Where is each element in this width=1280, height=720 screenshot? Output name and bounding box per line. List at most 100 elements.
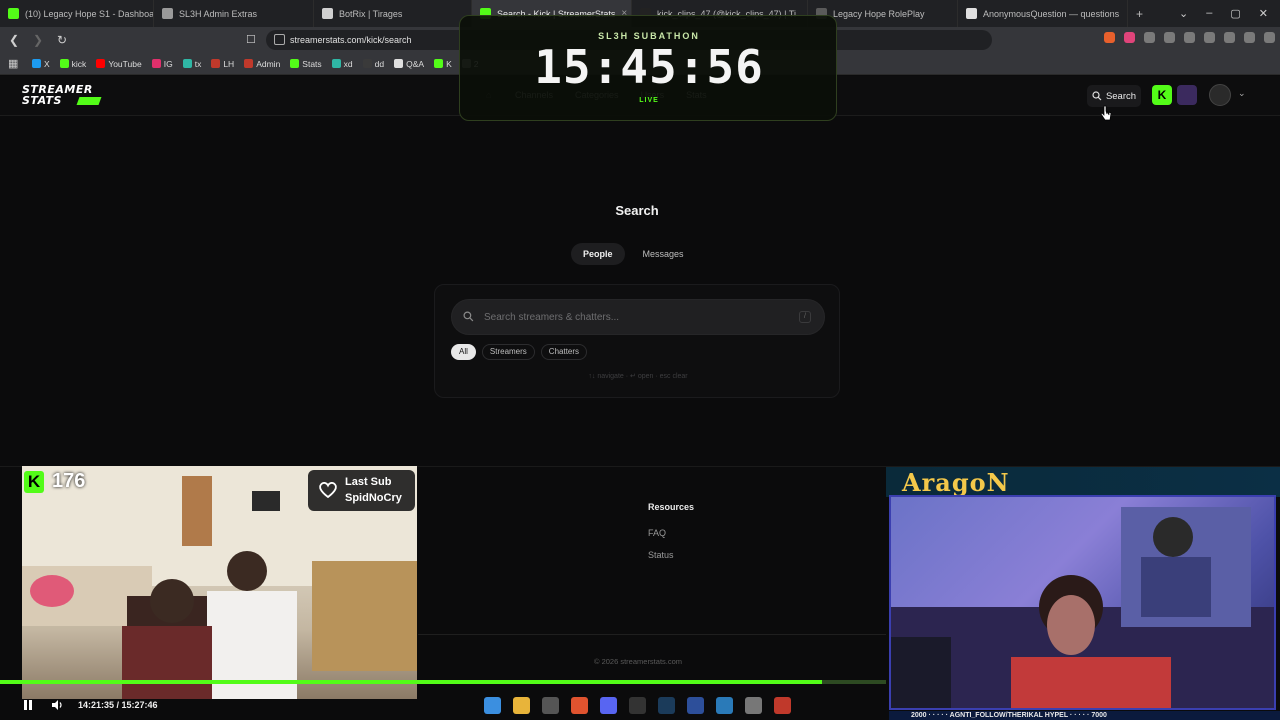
bookmark-label: Admin xyxy=(256,58,281,69)
search-icon xyxy=(463,311,474,322)
app-icon[interactable] xyxy=(716,697,733,714)
apps-grid-icon[interactable]: ▦ xyxy=(8,57,18,70)
music-icon[interactable] xyxy=(1164,32,1175,43)
bookmark-item[interactable]: Stats xyxy=(290,59,322,69)
menu-icon[interactable] xyxy=(1264,32,1275,43)
bookmark-item[interactable]: X xyxy=(32,59,50,69)
bookmark-label: Q&A xyxy=(406,58,425,69)
footer-link-status[interactable]: Status xyxy=(648,550,674,560)
mouse-pointer-icon xyxy=(1100,105,1112,121)
tab-favicon-icon xyxy=(966,8,977,19)
extension-icon[interactable] xyxy=(1124,32,1135,43)
file-explorer-icon[interactable] xyxy=(513,697,530,714)
ticker-bar: 2000 · · · · · AGNTI_FOLLOW/THERIKAL HYP… xyxy=(889,711,1280,720)
steam-icon[interactable] xyxy=(658,697,675,714)
app-icon[interactable] xyxy=(687,697,704,714)
volume-icon[interactable] xyxy=(50,698,64,712)
maximize-icon[interactable]: ▢ xyxy=(1230,7,1240,20)
bookmark-favicon-icon xyxy=(96,59,106,68)
filter-streamers[interactable]: Streamers xyxy=(481,344,535,360)
bookmark-item[interactable]: Q&A xyxy=(394,59,424,69)
playback-time: 14:21:35 / 15:27:46 xyxy=(78,700,158,710)
new-tab-icon[interactable]: + xyxy=(1136,7,1143,21)
browser-tab[interactable]: (10) Legacy Hope S1 - Dashboard xyxy=(0,0,154,27)
bookmark-label: IG xyxy=(163,58,173,69)
settings-icon[interactable] xyxy=(745,697,762,714)
bookmark-item[interactable]: tx xyxy=(182,59,201,69)
kick-platform-button[interactable]: K xyxy=(1152,85,1172,105)
user-avatar[interactable] xyxy=(1209,84,1231,106)
shield-icon[interactable] xyxy=(1244,32,1255,43)
search-filters: All Streamers Chatters xyxy=(451,344,588,360)
subathon-timer-widget: SL3H SUBATHON 15:45:56 LIVE xyxy=(459,15,837,121)
filter-all[interactable]: All xyxy=(451,344,476,360)
bookmark-star-icon[interactable]: ☐ xyxy=(246,33,256,46)
video-progress-fill xyxy=(0,680,823,684)
browser-tab[interactable]: BotRix | Tirages xyxy=(314,0,472,27)
discord-icon[interactable] xyxy=(600,697,617,714)
bookmark-label: X xyxy=(44,58,50,69)
search-type-tabs: People Messages xyxy=(571,243,696,265)
twitch-platform-button[interactable] xyxy=(1177,85,1197,105)
browser-tab-label: BotRix | Tirages xyxy=(339,8,403,19)
bookmark-item[interactable]: IG xyxy=(151,58,173,69)
search-button-label: Search xyxy=(1105,90,1137,102)
sidebar-icon[interactable] xyxy=(1184,32,1195,43)
app-icon[interactable] xyxy=(542,697,559,714)
last-sub-name: SpidNoCry xyxy=(345,492,402,504)
wallet-icon[interactable] xyxy=(1204,32,1215,43)
streamerstats-logo[interactable]: STREAMER STATS xyxy=(22,84,102,108)
bookmark-item[interactable]: dd xyxy=(362,59,384,69)
reload-icon[interactable]: ↻ xyxy=(52,33,72,47)
subathon-timer: 15:45:56 xyxy=(534,40,764,94)
forward-icon[interactable]: ❯ xyxy=(28,33,48,47)
search-input[interactable] xyxy=(451,299,825,335)
bookmark-label: xd xyxy=(343,58,353,69)
tab-people[interactable]: People xyxy=(571,243,625,265)
brave-browser-icon[interactable] xyxy=(571,697,588,714)
last-sub-label: Last Sub xyxy=(345,476,392,488)
bookmark-item[interactable]: YouTube xyxy=(96,58,142,69)
bookmark-label: YouTube xyxy=(108,58,142,69)
extension-icons xyxy=(1104,32,1275,43)
minimize-icon[interactable]: – xyxy=(1206,7,1212,20)
site-settings-icon[interactable] xyxy=(274,34,285,45)
pause-icon[interactable] xyxy=(22,699,34,711)
bookmark-item[interactable]: K xyxy=(434,59,452,69)
obs-icon[interactable] xyxy=(629,697,646,714)
search-card: / All Streamers Chatters ↑↓ navigate · ↵… xyxy=(434,284,840,398)
back-icon[interactable]: ❮ xyxy=(4,33,24,47)
browser-tab-label: SL3H Admin Extras xyxy=(179,8,258,19)
browser-tab[interactable]: AnonymousQuestion — questions xyxy=(958,0,1128,27)
bookmark-favicon-icon xyxy=(290,59,300,68)
bookmark-favicon-icon xyxy=(182,59,192,68)
bookmark-label: kick xyxy=(71,58,87,69)
close-window-icon[interactable]: ✕ xyxy=(1259,7,1268,20)
logo-green-bar xyxy=(76,97,102,105)
bookmark-item[interactable]: xd xyxy=(331,58,353,69)
chevron-down-icon[interactable]: ⌄ xyxy=(1179,7,1188,20)
tab-favicon-icon xyxy=(162,8,173,19)
bookmark-label: K xyxy=(446,58,452,69)
page-title: Search xyxy=(615,203,659,218)
ai-icon[interactable] xyxy=(1224,32,1235,43)
bookmark-item[interactable]: kick xyxy=(59,58,87,69)
streamer-name: AragoN xyxy=(902,468,1010,497)
chevron-down-icon[interactable]: ⌄ xyxy=(1238,88,1246,99)
bookmark-item[interactable]: Admin xyxy=(244,59,280,69)
browser-tab[interactable]: SL3H Admin Extras xyxy=(154,0,314,27)
heart-icon xyxy=(319,482,337,499)
tab-messages[interactable]: Messages xyxy=(631,243,696,265)
windows-start-icon[interactable] xyxy=(484,697,501,714)
puzzle-icon[interactable] xyxy=(1144,32,1155,43)
filter-chatters[interactable]: Chatters xyxy=(540,344,588,360)
bookmark-item[interactable]: LH xyxy=(211,59,234,69)
taskbar xyxy=(484,697,791,714)
bookmark-favicon-icon xyxy=(362,59,372,68)
bookmark-favicon-icon xyxy=(32,59,41,68)
extension-icon[interactable] xyxy=(1104,32,1115,43)
header-search-button[interactable]: Search xyxy=(1087,85,1141,107)
last-sub-widget: Last Sub SpidNoCry xyxy=(308,470,415,511)
app-icon[interactable] xyxy=(774,697,791,714)
footer-link-faq[interactable]: FAQ xyxy=(648,528,666,538)
